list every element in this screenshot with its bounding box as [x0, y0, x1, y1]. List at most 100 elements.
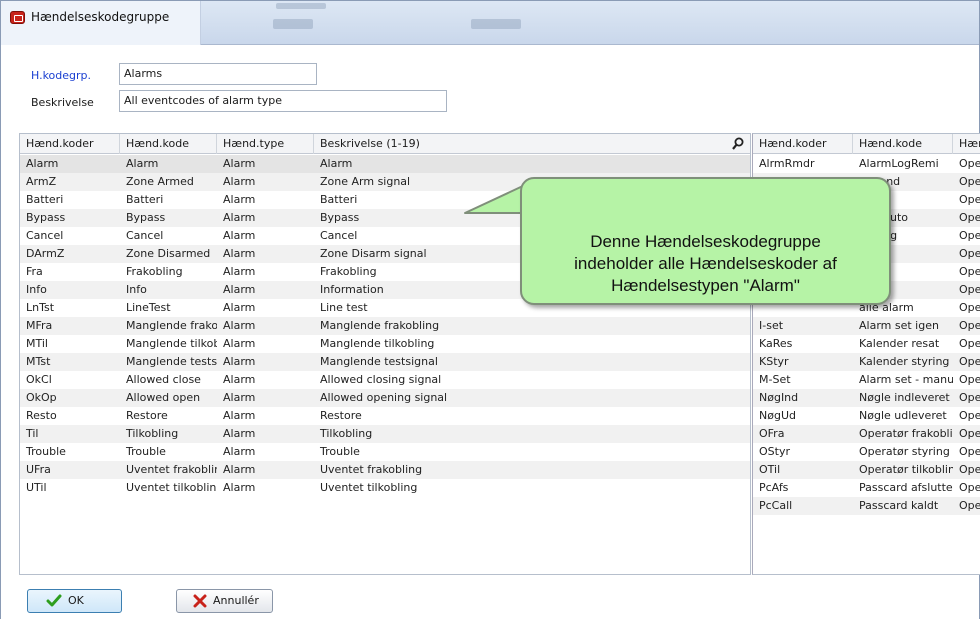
callout-line-2: indeholder alle Hændelseskoder af — [574, 254, 837, 273]
table-cell: Fra — [26, 265, 43, 278]
table-cell: MFra — [26, 319, 53, 332]
search-icon[interactable] — [732, 137, 744, 151]
table-cell: Ope — [959, 157, 980, 170]
background-blur — [471, 19, 521, 29]
table-cell: I-set — [759, 319, 784, 332]
table-cell: Frakobling — [126, 265, 183, 278]
table-cell: Zone Disarmed — [126, 247, 211, 260]
table-cell: PcAfs — [759, 481, 789, 494]
table-cell: LineTest — [126, 301, 171, 314]
table-cell: AlarmLogRemi — [859, 157, 939, 170]
table-cell: Operatør frakobling — [859, 427, 953, 440]
table-cell: Ope — [959, 499, 980, 512]
table-cell: Allowed closing signal — [320, 373, 442, 386]
table-cell: Alarm — [223, 337, 256, 350]
callout-line-3: Hændelsestypen "Alarm" — [611, 276, 800, 295]
table-row[interactable]: M-Set Alarm set - manuel Ope — [753, 371, 980, 389]
table-row[interactable]: PcAfs Passcard afsluttet Ope — [753, 479, 980, 497]
table-cell: Cancel — [26, 229, 64, 242]
table-row[interactable]: AlrmRmdr AlarmLogRemi Ope — [753, 155, 980, 173]
title-bar: Hændelseskodegruppe — [1, 1, 979, 45]
table-cell: Ope — [959, 463, 980, 476]
table-cell: Alarm — [223, 463, 256, 476]
table-cell: Passcard kaldt — [859, 499, 939, 512]
table-row[interactable]: NøgUd Nøgle udleveret Ope — [753, 407, 980, 425]
table-row[interactable]: Til Tilkobling Alarm Tilkobling — [20, 425, 750, 443]
table-row[interactable]: PcCall Passcard kaldt Ope — [753, 497, 980, 515]
table-cell: Trouble — [26, 445, 66, 458]
table-cell: OkCl — [26, 373, 52, 386]
table-cell: Alarm — [223, 211, 256, 224]
grid2-header-event-codes[interactable]: Hænd.koder — [753, 134, 853, 154]
code-group-label[interactable]: H.kodegrp. — [31, 69, 91, 82]
table-row[interactable]: NøgInd Nøgle indleveret Ope — [753, 389, 980, 407]
title-bar-tab: Hændelseskodegruppe — [1, 1, 201, 45]
table-cell: Alarm set - manuel — [859, 373, 953, 386]
table-cell: Manglende testsignal — [320, 355, 438, 368]
table-cell: Ope — [959, 445, 980, 458]
table-row[interactable]: I-set Alarm set igen Ope — [753, 317, 980, 335]
table-cell: Til — [26, 427, 39, 440]
table-cell: Alarm — [223, 283, 256, 296]
table-row[interactable]: KaRes Kalender resat Ope — [753, 335, 980, 353]
table-cell: Ope — [959, 247, 980, 260]
table-row[interactable]: KStyr Kalender styring Ope — [753, 353, 980, 371]
table-row[interactable]: UTil Uventet tilkobling Alarm Uventet tilko… — [20, 479, 750, 497]
table-row[interactable]: Alarm Alarm Alarm Alarm — [20, 155, 750, 173]
table-cell: Alarm — [223, 175, 256, 188]
table-cell: Alarm — [223, 373, 256, 386]
table-row[interactable]: UFra Uventet frakobling Alarm Uventet frako… — [20, 461, 750, 479]
ok-button[interactable]: OK — [27, 589, 122, 613]
background-blur — [273, 19, 313, 29]
header-event-type[interactable]: Hænd.type — [217, 134, 314, 154]
table-row[interactable]: Resto Restore Alarm Restore — [20, 407, 750, 425]
callout-bubble: Denne Hændelseskodegruppe indeholder all… — [520, 177, 891, 305]
table-cell: Ope — [959, 211, 980, 224]
table-cell: M-Set — [759, 373, 791, 386]
table-cell: Ope — [959, 265, 980, 278]
table-cell: Ope — [959, 481, 980, 494]
table-row[interactable]: OFra Operatør frakobling Ope — [753, 425, 980, 443]
callout-line-1: Denne Hændelseskodegruppe — [590, 232, 821, 251]
grid2-header-event-code[interactable]: Hænd.kode — [853, 134, 953, 154]
table-cell: Ope — [959, 319, 980, 332]
table-cell: Kalender resat — [859, 337, 940, 350]
header-event-code[interactable]: Hænd.kode — [120, 134, 217, 154]
table-cell: Nøgle udleveret — [859, 409, 947, 422]
header-description[interactable]: Beskrivelse (1-19) — [314, 134, 750, 154]
table-cell: Alarm set igen — [859, 319, 939, 332]
table-cell: MTst — [26, 355, 51, 368]
table-cell: Manglende frakobling — [126, 319, 217, 332]
table-row[interactable]: OStyr Operatør styring Ope — [753, 443, 980, 461]
table-cell: Ope — [959, 391, 980, 404]
table-cell: Ope — [959, 355, 980, 368]
table-cell: Alarm — [223, 481, 256, 494]
callout-text: Denne Hændelseskodegruppe indeholder all… — [522, 231, 889, 297]
grid2-header-event-type[interactable]: Hænd — [953, 134, 980, 154]
table-cell: Alarm — [223, 427, 256, 440]
code-group-input[interactable]: Alarms — [119, 63, 317, 85]
cancel-button[interactable]: Annullér — [176, 589, 273, 613]
table-cell: OkOp — [26, 391, 57, 404]
header-event-codes[interactable]: Hænd.koder — [20, 134, 120, 154]
table-row[interactable]: Trouble Trouble Alarm Trouble — [20, 443, 750, 461]
table-cell: AlrmRmdr — [759, 157, 815, 170]
table-row[interactable]: MTst Manglende testsignal Alarm Manglende t… — [20, 353, 750, 371]
table-cell: Alarm — [126, 157, 159, 170]
table-row[interactable]: OkOp Allowed open Alarm Allowed opening sig… — [20, 389, 750, 407]
table-cell: Allowed close — [126, 373, 201, 386]
table-row[interactable]: OkCl Allowed close Alarm Allowed closing si… — [20, 371, 750, 389]
table-cell: Cancel — [126, 229, 164, 242]
table-cell: Alarm — [223, 409, 256, 422]
grid2-header: Hænd.koder Hænd.kode Hænd — [753, 134, 980, 154]
table-cell: Nøgle indleveret — [859, 391, 950, 404]
cancel-label: Annullér — [213, 594, 259, 607]
close-icon — [193, 594, 207, 608]
table-row[interactable]: OTil Operatør tilkobling Ope — [753, 461, 980, 479]
ok-label: OK — [68, 594, 84, 607]
table-row[interactable]: MTil Manglende tilkobling Alarm Manglende t… — [20, 335, 750, 353]
table-cell: ArmZ — [26, 175, 57, 188]
table-row[interactable]: MFra Manglende frakobling Alarm Manglende f… — [20, 317, 750, 335]
table-cell: Info — [26, 283, 47, 296]
description-input[interactable]: All eventcodes of alarm type — [119, 90, 447, 112]
